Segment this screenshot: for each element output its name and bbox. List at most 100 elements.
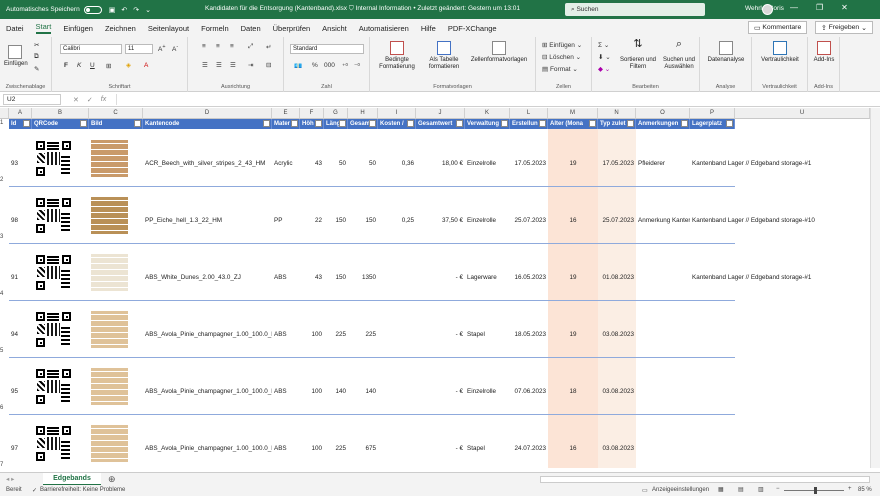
column-header[interactable]: B <box>32 108 89 119</box>
autosum-icon[interactable]: Σ ⌄ <box>598 41 609 49</box>
kantencode-cell[interactable]: ACR_Beech_with_silver_stripes_2_43_HM <box>143 160 272 167</box>
filter-dropdown-icon[interactable] <box>315 120 322 127</box>
tab-einfügen[interactable]: Einfügen <box>63 24 93 33</box>
hoehe-cell[interactable]: 43 <box>300 160 324 167</box>
gesamtwert-cell[interactable]: 18,00 € <box>416 160 465 167</box>
verwaltung-cell[interactable]: Lagerware <box>465 274 510 281</box>
id-cell[interactable]: 97 <box>9 445 32 452</box>
erstellung-cell[interactable]: 07.06.2023 <box>510 388 548 395</box>
filter-dropdown-icon[interactable] <box>501 120 508 127</box>
table-header-cell[interactable]: Gesamtwert <box>416 119 465 129</box>
filter-dropdown-icon[interactable] <box>23 120 30 127</box>
kantencode-cell[interactable]: ABS_Avola_Pinie_champagner_1.00_100.0_HM <box>143 331 272 338</box>
column-header[interactable]: M <box>548 108 598 119</box>
row-number[interactable]: 4 <box>0 291 9 297</box>
fill-color-icon[interactable]: ◈ <box>126 61 131 69</box>
column-header[interactable]: G <box>324 108 348 119</box>
display-settings[interactable]: Anzeigeeinstellungen <box>652 487 709 493</box>
zoom-level[interactable]: 85 % <box>858 487 872 493</box>
accessibility-status[interactable]: Barrierefreiheit: Keine Probleme <box>40 487 125 493</box>
alter-cell[interactable]: 19 <box>548 160 598 167</box>
laenge-cell[interactable]: 150 <box>324 274 348 281</box>
gesamt-cell[interactable]: 675 <box>348 445 378 452</box>
align-middle-icon[interactable]: ≡ <box>216 43 220 50</box>
laenge-cell[interactable]: 225 <box>324 331 348 338</box>
gesamt-cell[interactable]: 50 <box>348 160 378 167</box>
filter-dropdown-icon[interactable] <box>291 120 298 127</box>
edgeband-image[interactable] <box>91 368 128 405</box>
gesamtwert-cell[interactable]: - € <box>416 274 465 281</box>
material-cell[interactable]: ABS <box>272 331 300 338</box>
erstellung-cell[interactable]: 24.07.2023 <box>510 445 548 452</box>
tab-datei[interactable]: Datei <box>6 24 24 33</box>
material-cell[interactable]: ABS <box>272 445 300 452</box>
redo-icon[interactable]: ↷ <box>133 6 139 14</box>
qr-code-image[interactable] <box>35 140 72 177</box>
id-cell[interactable]: 93 <box>9 160 32 167</box>
orientation-icon[interactable]: ⤢ <box>248 43 253 51</box>
table-header-cell[interactable]: Kosten / <box>378 119 416 129</box>
kantencode-cell[interactable]: PP_Eiche_hell_1.3_22_HM <box>143 217 272 224</box>
gesamtwert-cell[interactable]: - € <box>416 388 465 395</box>
table-header-cell[interactable]: Anmerkungen <box>636 119 690 129</box>
column-header[interactable]: I <box>378 108 416 119</box>
filter-dropdown-icon[interactable] <box>681 120 688 127</box>
format-cells-button[interactable]: ▤ Format ⌄ <box>542 65 578 73</box>
id-cell[interactable]: 98 <box>9 217 32 224</box>
kosten-cell[interactable]: 0,25 <box>378 217 416 224</box>
avatar[interactable] <box>762 4 773 15</box>
erstellung-cell[interactable]: 17.05.2023 <box>510 160 548 167</box>
save-icon[interactable]: ▣ <box>109 6 116 14</box>
decimal-increase-icon[interactable]: ⁺⁰ <box>342 62 348 70</box>
row-number[interactable]: 6 <box>0 405 9 411</box>
qr-code-image[interactable] <box>35 254 72 291</box>
material-cell[interactable]: PP <box>272 217 300 224</box>
grow-font-icon[interactable]: A+ <box>158 44 166 53</box>
filter-dropdown-icon[interactable] <box>456 120 463 127</box>
anmerkungen-cell[interactable]: Anmerkung Kanter <box>636 217 690 224</box>
align-right-icon[interactable]: ☰ <box>230 61 236 69</box>
laenge-cell[interactable]: 140 <box>324 388 348 395</box>
align-center-icon[interactable]: ☰ <box>216 61 222 69</box>
kantencode-cell[interactable]: ABS_White_Dunes_2.00_43.0_ZJ <box>143 274 272 281</box>
column-header[interactable]: U <box>735 108 870 119</box>
chevron-down-icon[interactable]: ⌄ <box>145 6 151 14</box>
bold-icon[interactable]: F <box>64 62 68 69</box>
table-header-cell[interactable]: Typ zulet <box>598 119 636 129</box>
laenge-cell[interactable]: 50 <box>324 160 348 167</box>
tab-seitenlayout[interactable]: Seitenlayout <box>148 24 189 33</box>
filter-dropdown-icon[interactable] <box>726 120 733 127</box>
column-header[interactable]: E <box>272 108 300 119</box>
currency-icon[interactable]: 💶 <box>294 62 302 70</box>
zoom-thumb[interactable] <box>814 487 817 494</box>
tab-überprüfen[interactable]: Überprüfen <box>273 24 311 33</box>
format-painter-icon[interactable]: ✎ <box>34 65 39 73</box>
column-header[interactable]: K <box>465 108 510 119</box>
lagerplatz-cell[interactable]: Kantenband Lager // Edgeband storage-#1 <box>690 160 840 167</box>
row-number[interactable]: 1 <box>0 120 9 126</box>
undo-icon[interactable]: ↶ <box>121 6 127 14</box>
name-box[interactable]: U2 <box>3 94 61 105</box>
table-header-cell[interactable]: Läng <box>324 119 348 129</box>
column-header[interactable]: A <box>9 108 32 119</box>
tab-formeln[interactable]: Formeln <box>201 24 229 33</box>
edgeband-image[interactable] <box>91 425 128 462</box>
row-number[interactable]: 2 <box>0 177 9 183</box>
typ-zuletzt-cell[interactable]: 25.07.2023 <box>598 217 636 224</box>
alter-cell[interactable]: 19 <box>548 274 598 281</box>
paste-button[interactable]: Einfügen <box>4 45 28 68</box>
gesamt-cell[interactable]: 1350 <box>348 274 378 281</box>
table-header-cell[interactable]: Kantencode <box>143 119 272 129</box>
typ-zuletzt-cell[interactable]: 01.08.2023 <box>598 274 636 281</box>
kantencode-cell[interactable]: ABS_Avola_Pinie_champagner_1.00_100.0_HM <box>143 388 272 395</box>
align-top-icon[interactable]: ≡ <box>202 43 206 50</box>
laenge-cell[interactable]: 225 <box>324 445 348 452</box>
comments-button[interactable]: ▭ Kommentare <box>748 21 808 34</box>
conditional-format-button[interactable]: Bedingte Formatierung <box>374 41 420 71</box>
lagerplatz-cell[interactable]: Kantenband Lager // Edgeband storage-#1 <box>690 274 840 281</box>
insert-function-icon[interactable]: fx <box>101 96 106 104</box>
row-number[interactable]: 3 <box>0 234 9 240</box>
tab-start[interactable]: Start <box>35 22 52 34</box>
typ-zuletzt-cell[interactable]: 03.08.2023 <box>598 331 636 338</box>
find-select-button[interactable]: ⌕ Suchen und Auswählen <box>660 39 698 71</box>
